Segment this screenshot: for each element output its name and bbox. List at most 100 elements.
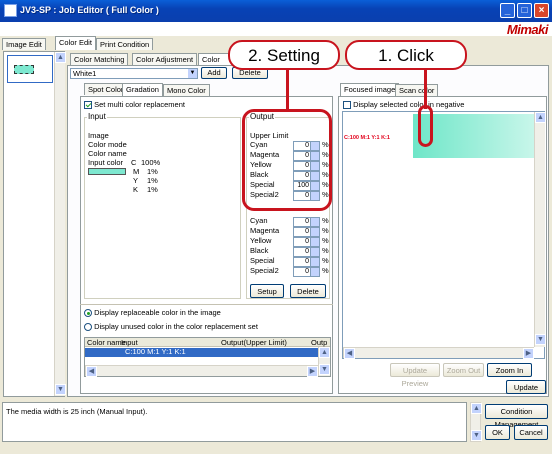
lower-stepper[interactable]: 0 bbox=[293, 267, 320, 277]
scroll-left-icon[interactable]: ◀ bbox=[344, 348, 355, 359]
maximize-button[interactable]: □ bbox=[517, 3, 532, 18]
zoom-out-button[interactable]: Zoom Out bbox=[443, 363, 484, 377]
header-output[interactable]: Output(Upper Limit) bbox=[221, 338, 287, 347]
preview-color-label: C:100 M:1 Y:1 K:1 bbox=[344, 135, 390, 141]
close-button[interactable]: × bbox=[534, 3, 549, 18]
image-label: Image bbox=[88, 131, 109, 140]
scroll-left-icon[interactable]: ◀ bbox=[86, 366, 97, 377]
lower-label: Magenta bbox=[250, 226, 280, 235]
lower-stepper[interactable]: 0 bbox=[293, 237, 320, 247]
input-y-val: 1% bbox=[147, 176, 158, 185]
set-multi-label: Set multi color replacement bbox=[94, 100, 185, 109]
divider bbox=[80, 304, 333, 305]
setting-highlight bbox=[242, 109, 332, 211]
header-input[interactable]: Input bbox=[121, 338, 138, 347]
lower-label: Special bbox=[250, 256, 275, 265]
setup-button[interactable]: Setup bbox=[250, 284, 284, 298]
lower-label: Special2 bbox=[250, 266, 279, 275]
window-title: JV3-SP : Job Editor ( Full Color ) bbox=[20, 5, 159, 15]
input-c-val: 100% bbox=[141, 158, 161, 167]
condition-management-button[interactable]: Condition Management bbox=[485, 404, 548, 429]
display-replaceable-radio[interactable] bbox=[84, 309, 92, 318]
add-button[interactable]: Add bbox=[201, 67, 227, 79]
preview-canvas[interactable]: C:100 M:1 Y:1 K:1 ▲ ▼ ◀ ▶ bbox=[342, 111, 546, 359]
negative-row[interactable]: Display selected color in negative bbox=[343, 100, 465, 110]
tab-color-matching[interactable]: Color Matching bbox=[70, 53, 129, 65]
display-unused-row[interactable]: Display unused color in the color replac… bbox=[84, 322, 258, 332]
list-hscroll[interactable]: ◀ ▶ bbox=[85, 365, 318, 377]
lower-label: Cyan bbox=[250, 216, 268, 225]
set-multi-row[interactable]: Set multi color replacement bbox=[84, 100, 185, 110]
header-color-name[interactable]: Color name bbox=[87, 338, 126, 347]
negative-checkbox[interactable] bbox=[343, 101, 351, 110]
list-vscroll[interactable]: ▲ ▼ bbox=[318, 347, 330, 376]
preview-vscroll[interactable]: ▲ ▼ bbox=[534, 112, 546, 347]
color-mode-label: Color mode bbox=[88, 140, 127, 149]
click-highlight bbox=[418, 105, 433, 147]
tab-mono-color[interactable]: Mono Color bbox=[163, 84, 210, 96]
input-c-ch: C bbox=[131, 158, 137, 167]
scroll-right-icon[interactable]: ▶ bbox=[307, 366, 318, 377]
thumbnail-scrollbar[interactable]: ▲ ▼ bbox=[54, 52, 66, 396]
tab-scan-color[interactable]: Scan color bbox=[395, 84, 439, 96]
tab-color-edit[interactable]: Color Edit bbox=[55, 36, 96, 50]
output-delete-button[interactable]: Delete bbox=[290, 284, 326, 298]
click-leader-line bbox=[424, 65, 427, 109]
header-output-more[interactable]: Outp bbox=[311, 338, 327, 347]
lower-label: Black bbox=[250, 246, 269, 255]
tab-spot-color[interactable]: Spot Color bbox=[84, 83, 128, 95]
thumbnail-swatch bbox=[14, 65, 34, 74]
click-callout: 1. Click bbox=[345, 40, 467, 70]
input-group-title: Input bbox=[87, 112, 107, 121]
thumbnail-list[interactable]: ▲ ▼ bbox=[3, 51, 66, 397]
lower-stepper[interactable]: 0 bbox=[293, 247, 320, 257]
display-unused-radio[interactable] bbox=[84, 323, 92, 332]
scroll-up-icon[interactable]: ▲ bbox=[535, 112, 546, 123]
chevron-down-icon: ▼ bbox=[188, 69, 197, 78]
lower-stepper[interactable]: 0 bbox=[293, 227, 320, 237]
app-icon bbox=[4, 4, 17, 17]
scroll-up-icon[interactable]: ▲ bbox=[55, 52, 66, 63]
zoom-in-button[interactable]: Zoom In bbox=[487, 363, 532, 377]
color-set-value: White1 bbox=[73, 69, 97, 78]
minimize-button[interactable]: _ bbox=[500, 3, 515, 18]
message-scrollbar[interactable]: ▲ ▼ bbox=[470, 402, 482, 442]
input-m-val: 1% bbox=[147, 167, 158, 176]
tab-focused-image[interactable]: Focused image bbox=[340, 83, 400, 97]
input-k-val: 1% bbox=[147, 185, 158, 194]
negative-label: Display selected color in negative bbox=[353, 100, 465, 109]
input-group: Input Image Color mode Color name Input … bbox=[84, 112, 241, 299]
replacement-list[interactable]: Color name Input Output(Upper Limit) Out… bbox=[84, 337, 331, 377]
input-y-ch: Y bbox=[133, 176, 139, 185]
preview-hscroll[interactable]: ◀ ▶ bbox=[343, 347, 534, 359]
setting-leader-line bbox=[286, 65, 289, 111]
update-button[interactable]: Update bbox=[506, 380, 546, 394]
scroll-down-icon[interactable]: ▼ bbox=[319, 364, 330, 375]
tab-image-edit[interactable]: Image Edit bbox=[2, 38, 46, 50]
scroll-right-icon[interactable]: ▶ bbox=[523, 348, 534, 359]
scroll-up-icon[interactable]: ▲ bbox=[471, 403, 482, 414]
lower-stepper[interactable]: 0 bbox=[293, 257, 320, 267]
tab-print-condition[interactable]: Print Condition bbox=[96, 38, 154, 50]
tab-gradation[interactable]: Gradation bbox=[122, 83, 163, 97]
set-multi-checkbox[interactable] bbox=[84, 101, 92, 110]
scroll-down-icon[interactable]: ▼ bbox=[535, 334, 546, 345]
thumbnail-item[interactable] bbox=[7, 55, 53, 83]
lower-stepper[interactable]: 0 bbox=[293, 217, 320, 227]
color-set-select[interactable]: White1 ▼ bbox=[70, 68, 198, 79]
ok-button[interactable]: OK bbox=[485, 425, 510, 440]
input-m-ch: M bbox=[133, 167, 140, 176]
cancel-button[interactable]: Cancel bbox=[514, 425, 548, 440]
percent-label: % bbox=[322, 236, 329, 245]
update-preview-button[interactable]: Update Preview bbox=[390, 363, 440, 388]
display-replaceable-row[interactable]: Display replaceable color in the image bbox=[84, 308, 221, 318]
input-k-ch: K bbox=[133, 185, 139, 194]
setting-callout: 2. Setting bbox=[228, 40, 340, 70]
scroll-up-icon[interactable]: ▲ bbox=[319, 347, 330, 358]
message-area: The media width is 25 inch (Manual Input… bbox=[2, 402, 467, 442]
table-row[interactable]: C:100 M:1 Y:1 K:1 bbox=[85, 348, 318, 357]
status-message: The media width is 25 inch (Manual Input… bbox=[6, 407, 148, 416]
scroll-down-icon[interactable]: ▼ bbox=[471, 430, 482, 441]
scroll-down-icon[interactable]: ▼ bbox=[55, 384, 66, 395]
tab-color-adjustment[interactable]: Color Adjustment bbox=[132, 53, 198, 65]
